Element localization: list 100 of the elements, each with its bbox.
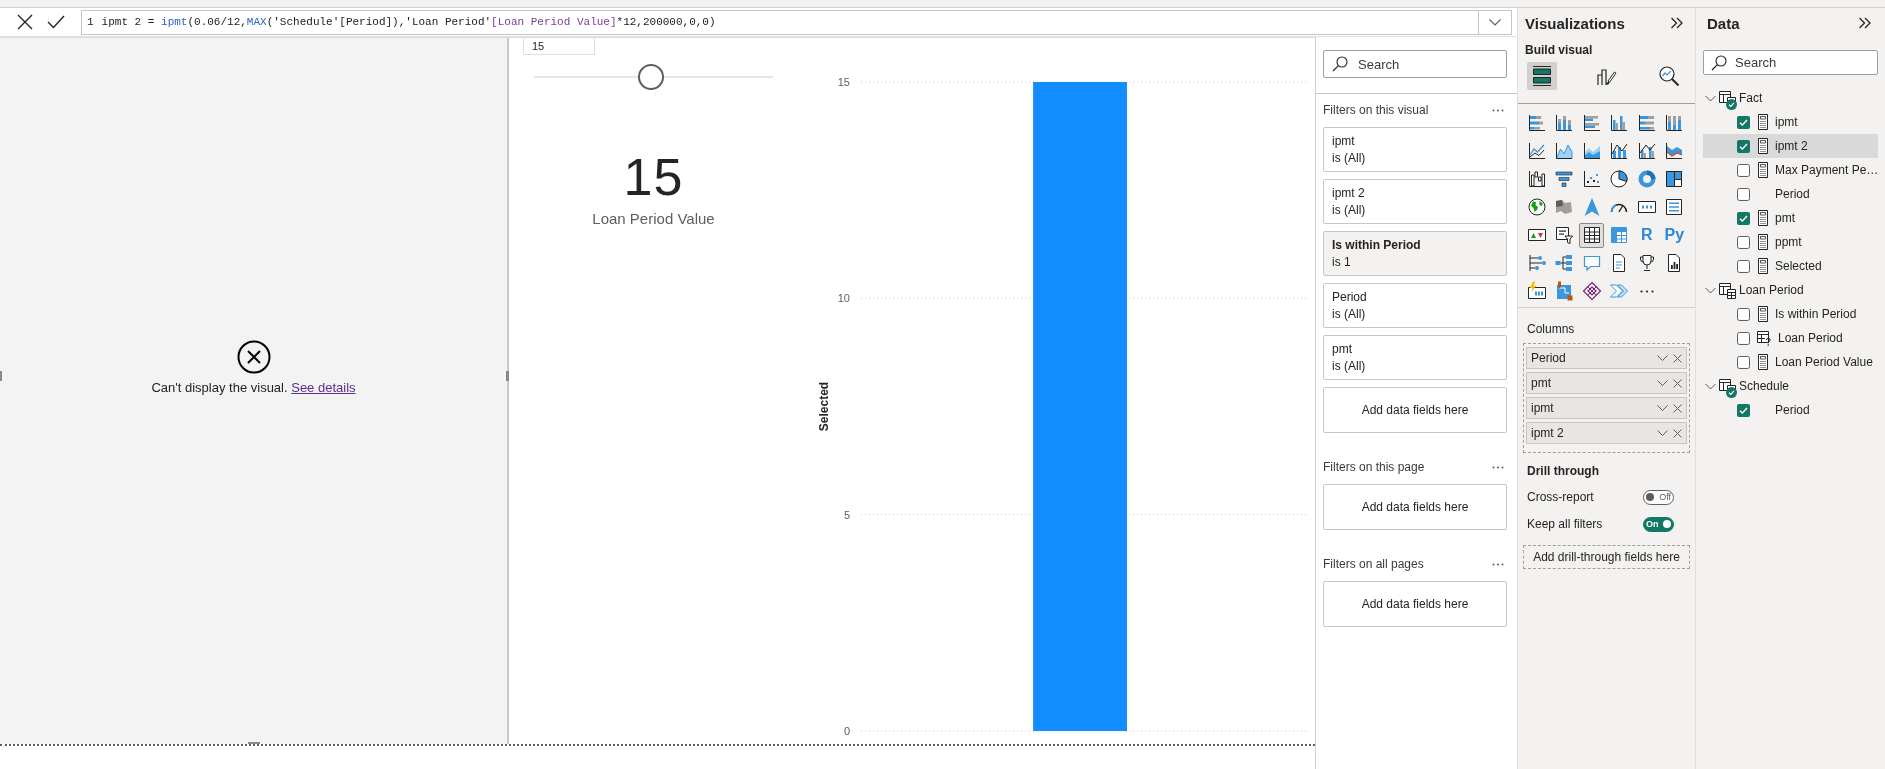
add-fields-drop-zone[interactable]: Add data fields here — [1323, 484, 1507, 530]
slicer-icon — [1554, 225, 1575, 245]
field-pill[interactable]: Period — [1526, 347, 1687, 369]
field-row[interactable]: Period — [1703, 398, 1879, 422]
add-fields-drop-zone[interactable]: Add drill-through fields here — [1523, 545, 1690, 569]
pane-title: Data — [1707, 14, 1740, 32]
checkbox[interactable] — [1737, 259, 1750, 273]
more-icon — [1639, 289, 1654, 293]
search-field[interactable]: Search — [1703, 50, 1879, 75]
calculator-icon — [1757, 234, 1769, 250]
ribbon-chart-icon — [1664, 141, 1685, 161]
multi-row-card-icon — [1664, 197, 1685, 217]
table-name[interactable]: Fact — [1739, 91, 1763, 105]
calculator-icon — [1757, 114, 1769, 130]
checkbox[interactable] — [1737, 403, 1750, 417]
treemap-icon — [1664, 169, 1685, 189]
see-details-link[interactable]: See details — [291, 380, 356, 395]
checkbox[interactable] — [1737, 307, 1750, 321]
field-name: Period — [1775, 403, 1810, 417]
field-row[interactable]: ipmt 2 — [1703, 134, 1879, 158]
field-pill[interactable]: ipmt — [1526, 397, 1687, 419]
key-influencers-icon — [1526, 253, 1547, 273]
more-icon[interactable] — [1492, 108, 1504, 112]
diamond-icon — [1581, 281, 1602, 301]
checkbox[interactable] — [1737, 139, 1750, 153]
table-name[interactable]: Loan Period — [1739, 283, 1804, 297]
table-name[interactable]: Schedule — [1739, 379, 1790, 393]
switch-knob-icon — [1646, 493, 1654, 501]
field-row[interactable]: Period — [1703, 182, 1879, 206]
slicer-input[interactable]: 15 — [523, 38, 595, 55]
tick-label: 0 — [843, 725, 850, 737]
resize-handle[interactable] — [506, 371, 509, 381]
field-row[interactable]: ipmt — [1703, 110, 1879, 134]
field-row[interactable]: Loan Period Value — [1703, 350, 1879, 374]
double-chevron-icon[interactable] — [1858, 17, 1873, 29]
filter-condition: is (All) — [1332, 150, 1367, 166]
field-row[interactable]: Is within Period — [1703, 302, 1879, 326]
chevron-down-icon[interactable] — [1657, 355, 1668, 361]
checkbox[interactable] — [1737, 187, 1750, 201]
close-icon[interactable] — [1673, 378, 1682, 388]
checkbox[interactable] — [1737, 331, 1750, 345]
formula-text: ipmt 2 = ipmt(0.06/12,MAX('Schedule'[Period]),'Loan Period'[Loan Period Value]*12,200000,0,0) — [101, 16, 716, 28]
chevron-down-icon[interactable] — [1657, 430, 1668, 436]
checkbox[interactable] — [1737, 211, 1750, 225]
pane-tab[interactable] — [1527, 62, 1557, 90]
close-icon[interactable] — [1673, 428, 1682, 438]
section-title: Filters on all pages — [1323, 557, 1424, 571]
checkbox[interactable] — [1737, 355, 1750, 369]
calculator-icon — [1757, 162, 1769, 178]
checkbox[interactable] — [1737, 235, 1750, 249]
section-title: Drill through — [1527, 463, 1600, 479]
slider-thumb[interactable] — [638, 64, 665, 90]
filter-field-name: Is within Period — [1332, 237, 1422, 253]
checkbox[interactable] — [1737, 115, 1750, 129]
toggle-switch[interactable]: On — [1643, 516, 1674, 532]
chevron-down-icon[interactable] — [1657, 380, 1668, 386]
formula-editor[interactable]: 1 ipmt 2 = ipmt(0.06/12,MAX('Schedule'[Period]),'Loan Period'[Loan Period Value]*12,200000,0,0) — [81, 9, 1512, 35]
more-icon[interactable] — [1492, 465, 1504, 469]
field-pill[interactable]: pmt — [1526, 372, 1687, 394]
filter-field-name: pmt — [1332, 341, 1353, 357]
visual-type-button[interactable] — [1579, 222, 1605, 248]
search-field[interactable]: Search — [1323, 50, 1507, 78]
filter-card[interactable]: pmt is (All) — [1323, 335, 1507, 380]
magnifier-chart-icon — [1658, 65, 1680, 87]
filter-condition: is (All) — [1332, 306, 1367, 322]
field-pill[interactable]: ipmt 2 — [1526, 422, 1687, 444]
double-chevron-icon[interactable] — [1670, 17, 1684, 29]
section-title: Filters on this visual — [1323, 103, 1429, 117]
field-row[interactable]: ppmt — [1703, 230, 1879, 254]
slider-track[interactable] — [534, 64, 773, 90]
visual-container[interactable]: Can't display the visual. See details — [0, 38, 509, 744]
chevron-down-icon[interactable] — [1657, 405, 1668, 411]
toggle-switch[interactable]: Off — [1643, 489, 1674, 505]
more-icon[interactable] — [1492, 562, 1504, 566]
close-icon[interactable] — [1673, 353, 1682, 363]
add-fields-drop-zone[interactable]: Add data fields here — [1323, 581, 1507, 627]
field-row[interactable]: Max Payment Pe… — [1703, 158, 1879, 182]
field-well[interactable]: Period pmt ipmt ipmt 2 — [1523, 343, 1690, 453]
resize-handle[interactable] — [0, 371, 2, 381]
checkbox[interactable] — [1737, 163, 1750, 177]
stacked-area-chart-icon — [1581, 141, 1602, 161]
donut-chart-icon — [1636, 169, 1657, 189]
line-number: 1 — [87, 16, 94, 28]
calculator-icon — [1757, 306, 1769, 322]
filter-card[interactable]: Period is (All) — [1323, 283, 1507, 328]
stacked-column-chart-icon — [1554, 113, 1575, 133]
add-fields-drop-zone[interactable]: Add data fields here — [1323, 387, 1507, 433]
filter-card[interactable]: ipmt 2 is (All) — [1323, 179, 1507, 224]
resize-handle[interactable] — [248, 742, 260, 744]
field-row[interactable]: Loan Period — [1703, 326, 1879, 350]
field-row[interactable]: pmt — [1703, 206, 1879, 230]
field-name: Period — [1775, 187, 1810, 201]
filter-card[interactable]: Is within Period is 1 — [1323, 231, 1507, 276]
globe-icon — [1526, 197, 1547, 217]
field-name: ppmt — [1775, 235, 1802, 249]
field-name: ipmt 2 — [1775, 139, 1808, 153]
close-icon[interactable] — [1673, 403, 1682, 413]
parameter-table-icon — [1757, 330, 1772, 346]
field-row[interactable]: Selected — [1703, 254, 1879, 278]
filter-card[interactable]: ipmt is (All) — [1323, 127, 1507, 172]
